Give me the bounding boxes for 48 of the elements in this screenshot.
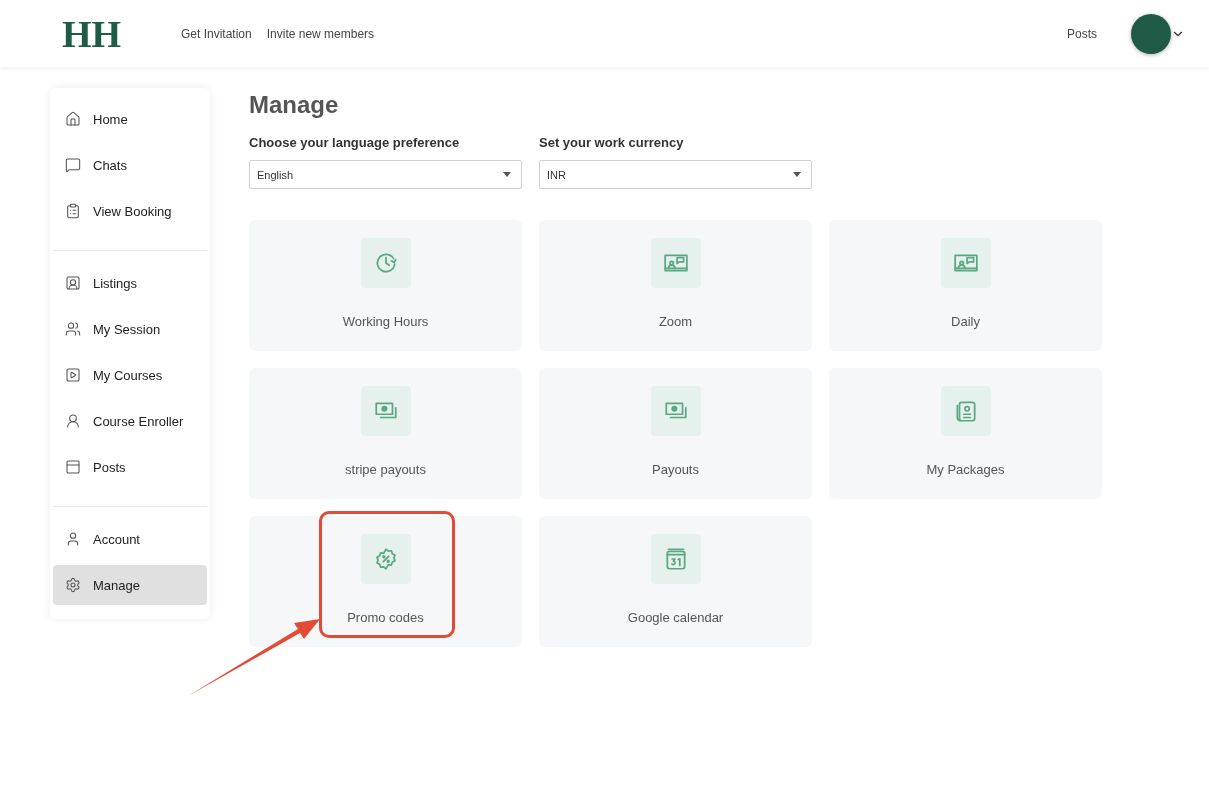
logo[interactable]: HH <box>62 11 181 56</box>
nav-link[interactable]: Posts <box>1067 26 1097 41</box>
settings-tile[interactable]: Daily <box>829 220 1102 351</box>
tile-label: Zoom <box>658 314 693 329</box>
sidebar-item[interactable]: View Booking <box>53 191 207 231</box>
menu-item-icon <box>65 321 81 337</box>
tile-label: stripe payouts <box>345 462 426 477</box>
caret-icon <box>793 172 801 177</box>
menu-item-icon <box>65 111 81 127</box>
select-field[interactable]: INR <box>539 160 812 189</box>
tile-label: My Packages <box>926 462 1005 477</box>
settings-tile[interactable]: Google calendar <box>539 516 812 647</box>
sidebar-item[interactable]: Listings <box>53 263 207 303</box>
select-field[interactable]: English <box>249 160 522 189</box>
tile-label: Promo codes <box>347 610 424 625</box>
nav-link[interactable]: Get Invitation <box>181 26 252 41</box>
sidebar-item[interactable]: Course Enroller <box>53 401 207 441</box>
sidebar-item[interactable]: My Session <box>53 309 207 349</box>
settings-tile[interactable]: My Packages <box>829 368 1102 499</box>
sidebar-item[interactable]: Posts <box>53 447 207 487</box>
menu-item-icon <box>65 531 81 547</box>
settings-tile[interactable]: Zoom <box>539 220 812 351</box>
settings-tile[interactable]: Payouts <box>539 368 812 499</box>
page-title: Manage <box>249 91 340 119</box>
settings-tile[interactable]: stripe payouts <box>249 368 522 499</box>
menu-item-icon <box>65 275 81 291</box>
sidebar-item[interactable]: Manage <box>53 565 207 605</box>
field-label: Choose your language preference <box>249 135 461 150</box>
tile-label: Working Hours <box>342 314 429 329</box>
tile-label: Payouts <box>652 462 699 477</box>
menu-item-icon <box>65 413 81 429</box>
menu-item-icon <box>65 459 81 475</box>
menu-item-icon <box>65 577 81 593</box>
avatar[interactable] <box>1131 13 1171 54</box>
sidebar-item[interactable]: Home <box>53 99 207 139</box>
menu-item-icon <box>65 367 81 383</box>
nav-link[interactable]: Invite new members <box>266 26 375 41</box>
menu-item-icon <box>65 157 81 173</box>
settings-tile[interactable]: Working Hours <box>249 220 522 351</box>
caret-icon <box>503 172 511 177</box>
sidebar-item[interactable]: Account <box>53 519 207 559</box>
sidebar-item[interactable]: Chats <box>53 145 207 185</box>
menu-item-icon <box>65 203 81 219</box>
tile-label: Google calendar <box>627 610 724 625</box>
sidebar-item[interactable]: My Courses <box>53 355 207 395</box>
settings-tile[interactable]: Promo codes <box>249 516 522 647</box>
field-label: Set your work currency <box>539 135 685 150</box>
tile-label: Daily <box>951 314 980 329</box>
